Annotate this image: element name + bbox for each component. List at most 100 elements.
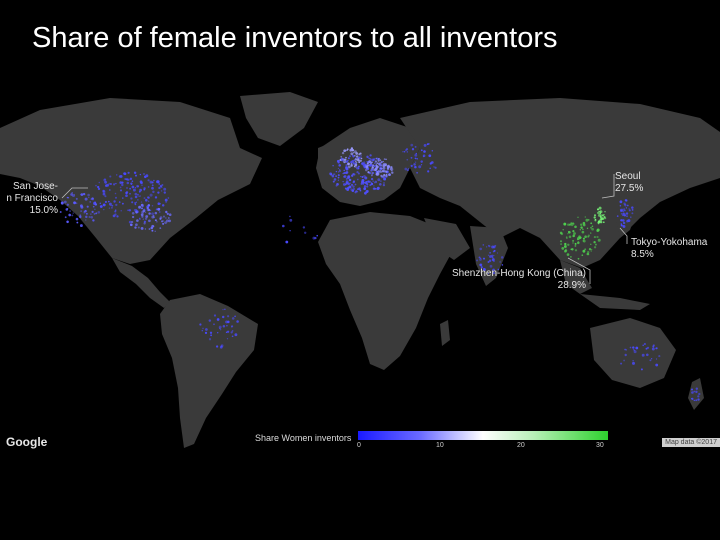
inventor-dot: [431, 149, 434, 152]
inventor-dot: [143, 197, 146, 200]
inventor-dot: [375, 157, 378, 160]
inventor-dot: [126, 181, 130, 185]
google-logo: Google: [6, 435, 48, 449]
inventor-dot: [570, 222, 573, 225]
inventor-dot: [134, 187, 137, 189]
inventor-dot: [347, 157, 350, 160]
inventor-dot: [366, 183, 369, 186]
inventor-dot: [64, 216, 67, 219]
inventor-dot: [129, 187, 132, 190]
inventor-dot: [71, 214, 74, 217]
inventor-dot: [626, 204, 629, 207]
inventor-dot: [588, 248, 592, 251]
inventor-dot: [404, 167, 408, 171]
inventor-dot: [143, 222, 146, 225]
inventor-dot: [133, 171, 137, 174]
callout-san-jose-value: 15.0%: [29, 205, 58, 216]
inventor-dot: [344, 183, 347, 186]
inventor-dot: [370, 174, 373, 177]
inventor-dot: [130, 220, 134, 224]
inventor-dot: [337, 176, 340, 179]
inventor-dot: [121, 183, 124, 187]
inventor-dot: [353, 165, 356, 168]
inventor-dot: [140, 201, 143, 203]
inventor-dot: [691, 391, 694, 394]
inventor-dot: [125, 194, 128, 198]
inventor-dot: [695, 390, 698, 394]
inventor-dot: [213, 323, 215, 326]
inventor-dot: [359, 152, 362, 155]
inventor-dot: [597, 221, 600, 224]
inventor-dot: [131, 180, 134, 183]
inventor-dot: [213, 314, 217, 317]
inventor-dot: [367, 180, 370, 183]
inventor-dot: [134, 201, 137, 205]
inventor-dot: [149, 193, 153, 197]
inventor-dot: [148, 228, 151, 230]
inventor-dot: [134, 226, 137, 229]
inventor-dot: [70, 193, 73, 196]
inventor-dot: [341, 151, 345, 155]
inventor-dot: [428, 154, 432, 158]
inventor-dot: [335, 170, 338, 173]
inventor-dot: [95, 212, 98, 215]
inventor-dot: [141, 184, 143, 186]
inventor-dot: [482, 244, 485, 246]
inventor-dot: [363, 166, 366, 169]
inventor-dot: [168, 213, 172, 216]
world-map[interactable]: [0, 88, 720, 454]
inventor-dot: [217, 332, 219, 334]
inventor-dot: [624, 204, 627, 207]
inventor-dot: [153, 216, 155, 218]
callout-seoul: Seoul 27.5%: [615, 171, 643, 195]
inventor-dot: [632, 346, 635, 349]
inventor-dot: [598, 206, 602, 210]
inventor-dot: [337, 171, 340, 173]
inventor-dot: [375, 168, 378, 171]
inventor-dot: [131, 201, 134, 204]
inventor-dot: [164, 221, 167, 224]
inventor-dot: [645, 353, 649, 357]
inventor-dot: [94, 203, 98, 206]
inventor-dot: [358, 156, 361, 158]
inventor-dot: [122, 197, 124, 199]
inventor-dot: [413, 163, 416, 166]
inventor-dot: [154, 211, 158, 215]
inventor-dot: [625, 199, 628, 202]
inventor-dot: [415, 152, 417, 155]
inventor-dot: [345, 156, 347, 159]
inventor-dot: [93, 212, 96, 215]
inventor-dot: [88, 196, 90, 198]
inventor-dot: [586, 227, 589, 230]
inventor-dot: [599, 218, 603, 222]
inventor-dot: [113, 200, 116, 203]
inventor-dot: [622, 210, 625, 213]
inventor-dot: [623, 359, 626, 362]
inventor-dot: [146, 206, 149, 210]
inventor-dot: [147, 186, 150, 188]
inventor-dot: [151, 229, 154, 232]
inventor-dot: [499, 261, 501, 263]
inventor-dot: [620, 224, 623, 227]
inventor-dot: [72, 212, 74, 214]
inventor-dot: [564, 245, 566, 248]
inventor-dot: [345, 171, 349, 174]
inventor-dot: [285, 240, 289, 244]
inventor-dot: [208, 338, 212, 341]
inventor-dot: [582, 249, 586, 253]
inventor-dot: [371, 172, 374, 174]
inventor-dot: [225, 320, 229, 324]
inventor-dot: [234, 315, 236, 318]
inventor-dot: [135, 209, 138, 212]
inventor-dot: [69, 210, 71, 212]
inventor-dot: [597, 238, 601, 242]
inventor-dot: [376, 165, 379, 169]
inventor-dot: [693, 399, 695, 402]
inventor-dot: [406, 151, 409, 153]
inventor-dot: [121, 181, 124, 184]
inventor-dot: [632, 360, 634, 362]
inventor-dot: [142, 209, 146, 213]
inventor-dot: [496, 252, 499, 254]
inventor-dot: [314, 236, 317, 240]
inventor-dot: [631, 208, 634, 211]
